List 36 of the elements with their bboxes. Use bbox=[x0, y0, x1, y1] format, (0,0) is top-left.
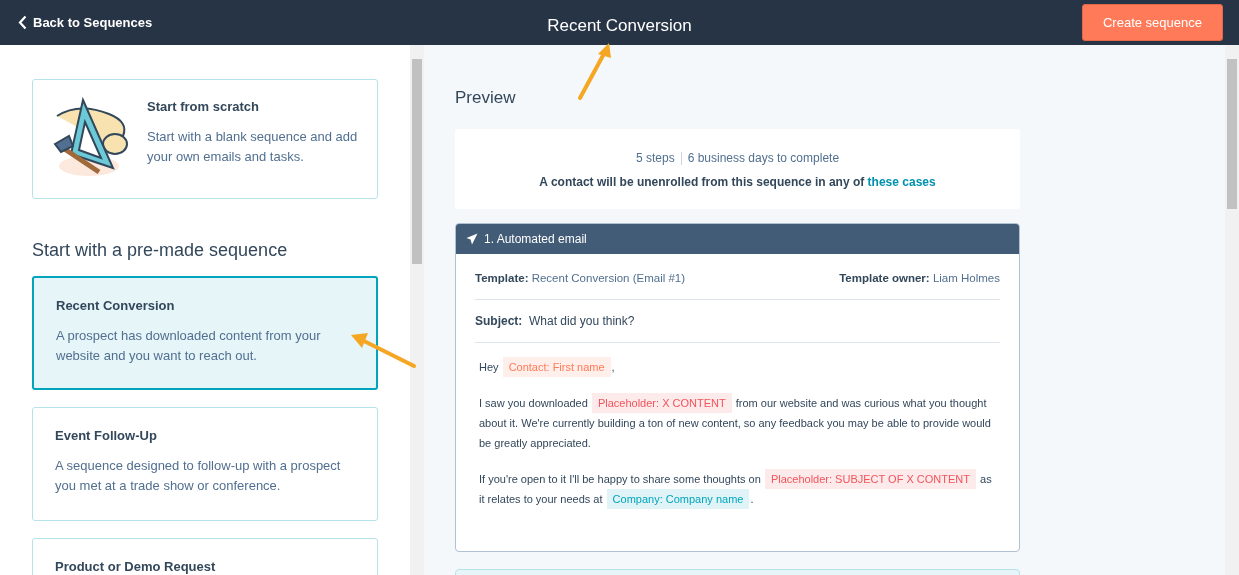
annotation-arrow bbox=[578, 43, 611, 100]
merge-tag: Contact: First name bbox=[502, 356, 611, 377]
step-title: 1. Automated email bbox=[484, 230, 587, 248]
cases-link[interactable]: these cases bbox=[867, 174, 936, 189]
duration-text: 6 business days to complete bbox=[687, 150, 840, 165]
email-subject: Subject: What did you think? bbox=[475, 311, 1000, 343]
template-card[interactable]: Product or Demo Request bbox=[32, 538, 378, 575]
section-title: Start with a pre-made sequence bbox=[32, 239, 289, 262]
card-title: Start from scratch bbox=[147, 99, 260, 115]
back-link[interactable]: Back to Sequences bbox=[18, 12, 153, 33]
template-name: Template: Recent Conversion (Email #1) bbox=[475, 270, 686, 286]
merge-tag: Placeholder: SUBJECT OF X CONTENT bbox=[764, 468, 976, 489]
card-title: Product or Demo Request bbox=[55, 559, 217, 575]
step-count: 5 steps bbox=[635, 150, 675, 165]
email-paragraph: If you're open to it I'll be happy to share some thoughts on Placeholder: SUBJECT OF X CONTENT as it relates to your needs at Company: Company name . bbox=[479, 468, 1000, 509]
scrollbar[interactable] bbox=[410, 45, 424, 575]
merge-tag: Company: Company name bbox=[606, 488, 750, 509]
card-description: Start with a blank sequence and add your own emails and tasks. bbox=[147, 127, 359, 166]
chevron-left-icon bbox=[18, 15, 27, 30]
annotation-arrow bbox=[351, 333, 416, 368]
card-title: Recent Conversion bbox=[56, 298, 176, 314]
card-title: Event Follow-Up bbox=[55, 428, 158, 444]
unenroll-text: A contact will be unenrolled from this sequence in any of these cases bbox=[538, 173, 937, 191]
card-description: A prospect has downloaded content from your website and you want to reach out. bbox=[56, 326, 322, 365]
page-title: Recent Conversion bbox=[547, 16, 692, 35]
email-paragraph: Hey Contact: First name , bbox=[479, 356, 1000, 377]
template-card[interactable]: Start from scratch Start with a blank sequence and add your own emails and tasks. bbox=[32, 79, 378, 199]
merge-tag: Placeholder: X CONTENT bbox=[591, 392, 732, 413]
template-card[interactable]: Event Follow-Up A sequence designed to follow-up with a prospect you met at a trade show or conference. bbox=[32, 407, 378, 521]
email-paragraph: I saw you downloaded Placeholder: X CONTENT from our website and was curious what you thought about it. We're currently building a ton of new content, so any feedback you may be able to provide would be greatly appreciated. bbox=[479, 392, 1000, 453]
card-description: A sequence designed to follow-up with a prospect you met at a trade show or conference. bbox=[55, 456, 342, 495]
paper-plane-icon bbox=[466, 232, 478, 245]
template-card[interactable]: Recent Conversion A prospect has downloaded content from your website and you want to reach out. bbox=[32, 276, 378, 390]
scrollbar[interactable] bbox=[1225, 45, 1239, 575]
section-title: Preview bbox=[455, 87, 517, 109]
template-owner: Template owner: Liam Holmes bbox=[839, 270, 1000, 286]
